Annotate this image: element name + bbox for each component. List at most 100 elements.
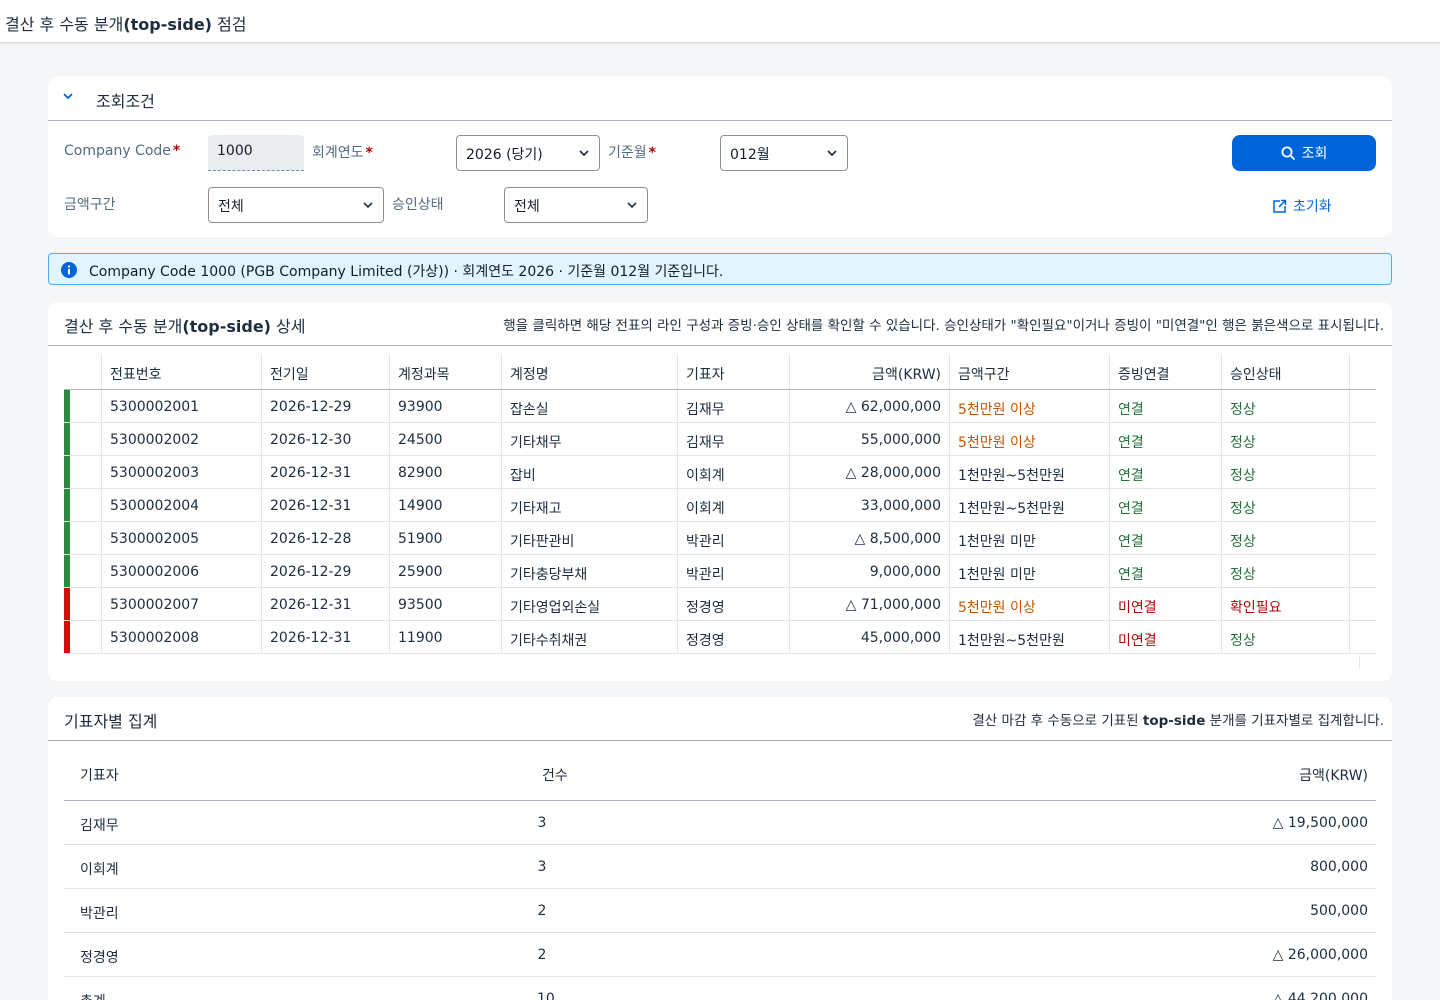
column-header-amount[interactable]: 금액(KRW) <box>790 354 950 389</box>
company-code-field[interactable]: 1000 <box>208 135 304 171</box>
grid-divider <box>1359 655 1360 669</box>
cell-doc-number: 5300002004 <box>102 489 262 521</box>
summary-cell-count: 2 <box>537 947 547 963</box>
summary-col-user[interactable]: 기표자 <box>80 765 119 785</box>
chevron-down-icon <box>363 202 373 209</box>
chevron-down-icon[interactable] <box>62 90 74 102</box>
column-header-range[interactable]: 금액구간 <box>950 354 1110 389</box>
cell-amount: △ 71,000,000 <box>790 588 950 620</box>
cell-posting-date: 2026-12-31 <box>262 489 390 521</box>
cell-account: 11900 <box>390 621 502 653</box>
table-row[interactable]: 5300002007 2026-12-31 93500 기타영업외손실 정경영 △ 71,… <box>64 588 1376 621</box>
app-header: 결산 후 수동 분개(top-side) 점검 <box>0 0 1440 43</box>
fiscal-year-value: 2026 (당기) <box>466 147 543 163</box>
period-label-text: 기준월 <box>608 145 647 161</box>
summary-title: 기표자별 집계 <box>64 712 158 731</box>
cell-account-name: 기타판관비 <box>502 522 678 554</box>
table-row[interactable]: 5300002004 2026-12-31 14900 기타재고 이회계 33,000,0… <box>64 489 1376 522</box>
row-selector-cell[interactable] <box>64 390 102 422</box>
required-mark: * <box>365 145 373 161</box>
table-row[interactable]: 5300002006 2026-12-29 25900 기타충당부채 박관리 9,000,… <box>64 555 1376 588</box>
cell-doc-number: 5300002001 <box>102 390 262 422</box>
cell-posting-date: 2026-12-29 <box>262 390 390 422</box>
cell-status: 정상 <box>1222 390 1350 422</box>
summary-cell-count: 3 <box>537 859 547 875</box>
cell-amount-range: 1천만원~5천만원 <box>950 621 1110 653</box>
cell-user: 박관리 <box>678 522 790 554</box>
cell-posting-date: 2026-12-29 <box>262 555 390 587</box>
summary-cell-amount: 500,000 <box>1310 903 1368 919</box>
reset-button[interactable]: 초기화 <box>1272 196 1332 216</box>
cell-account: 14900 <box>390 489 502 521</box>
summary-row[interactable]: 이회계 3 800,000 <box>64 845 1376 889</box>
cell-amount-range: 5천만원 이상 <box>950 588 1110 620</box>
summary-cell-count: 2 <box>537 903 547 919</box>
cell-doc-number: 5300002006 <box>102 555 262 587</box>
cell-status: 정상 <box>1222 555 1350 587</box>
summary-row[interactable]: 정경영 2 △ 26,000,000 <box>64 933 1376 977</box>
fiscal-year-label: 회계연도 * <box>312 142 373 162</box>
summary-desc-prefix: 결산 마감 후 수동으로 기표된 <box>972 713 1143 729</box>
cell-amount: △ 62,000,000 <box>790 390 950 422</box>
selection-column-header <box>64 354 102 389</box>
column-header-status[interactable]: 승인상태 <box>1222 354 1350 389</box>
cell-account-name: 기타수취채권 <box>502 621 678 653</box>
row-selector-cell[interactable] <box>64 522 102 554</box>
cell-user: 정경영 <box>678 588 790 620</box>
cell-doc-number: 5300002005 <box>102 522 262 554</box>
page-title: 결산 후 수동 분개(top-side) 점검 <box>5 11 247 35</box>
row-selector-cell[interactable] <box>64 588 102 620</box>
column-header-name[interactable]: 계정명 <box>502 354 678 389</box>
cell-posting-date: 2026-12-30 <box>262 423 390 455</box>
summary-desc-bold: top-side <box>1142 713 1206 729</box>
detail-title-bold: (top-side) <box>182 317 271 336</box>
cell-amount-range: 5천만원 이상 <box>950 423 1110 455</box>
column-header-date[interactable]: 전기일 <box>262 354 390 389</box>
summary-cell-amount: △ 26,000,000 <box>1272 947 1368 963</box>
required-mark: * <box>648 145 656 161</box>
summary-row[interactable]: 박관리 2 500,000 <box>64 889 1376 933</box>
row-selector-cell[interactable] <box>64 456 102 488</box>
cell-account-name: 잡비 <box>502 456 678 488</box>
amount-range-select[interactable]: 전체 <box>208 187 384 223</box>
cell-amount: 9,000,000 <box>790 555 950 587</box>
chevron-down-icon <box>827 150 837 157</box>
summary-col-count[interactable]: 건수 <box>542 765 568 785</box>
cell-amount-range: 1천만원~5천만원 <box>950 456 1110 488</box>
row-selector-cell[interactable] <box>64 423 102 455</box>
summary-cell-count: 3 <box>537 815 547 831</box>
cell-status: 확인필요 <box>1222 588 1350 620</box>
summary-description: 결산 마감 후 수동으로 기표된 top-side 분개를 기표자별로 집계합니… <box>972 709 1384 729</box>
row-selector-cell[interactable] <box>64 555 102 587</box>
row-selector-cell[interactable] <box>64 489 102 521</box>
fiscal-year-select[interactable]: 2026 (당기) <box>456 135 600 171</box>
summary-row[interactable]: 총계 10 △ 44,200,000 <box>64 977 1376 1000</box>
column-header-acct[interactable]: 계정과목 <box>390 354 502 389</box>
summary-row[interactable]: 김재무 3 △ 19,500,000 <box>64 801 1376 845</box>
approval-select[interactable]: 전체 <box>504 187 648 223</box>
summary-cell-user: 정경영 <box>80 950 119 966</box>
column-header-doc[interactable]: 전표번호 <box>102 354 262 389</box>
column-header-user[interactable]: 기표자 <box>678 354 790 389</box>
table-row[interactable]: 5300002005 2026-12-28 51900 기타판관비 박관리 △ 8,500… <box>64 522 1376 555</box>
column-header-evidence[interactable]: 증빙연결 <box>1110 354 1222 389</box>
cell-evidence: 연결 <box>1110 489 1222 521</box>
table-row[interactable]: 5300002001 2026-12-29 93900 잡손실 김재무 △ 62,000,… <box>64 390 1376 423</box>
filter-header[interactable]: 조회조건 <box>48 76 1392 121</box>
summary-col-amount[interactable]: 금액(KRW) <box>1299 765 1368 785</box>
table-row[interactable]: 5300002008 2026-12-31 11900 기타수취채권 정경영 45,000… <box>64 621 1376 654</box>
cell-account: 25900 <box>390 555 502 587</box>
detail-title-suffix: 상세 <box>270 317 306 336</box>
detail-title-prefix: 결산 후 수동 분개 <box>64 317 183 336</box>
cell-amount-range: 1천만원 미만 <box>950 522 1110 554</box>
search-button[interactable]: 조회 <box>1232 135 1376 171</box>
summary-cell-count: 10 <box>537 991 555 1000</box>
page-title-suffix: 점검 <box>211 15 247 34</box>
period-select[interactable]: 012월 <box>720 135 848 171</box>
company-code-label: Company Code * <box>64 143 180 159</box>
row-selector-cell[interactable] <box>64 621 102 653</box>
table-row[interactable]: 5300002003 2026-12-31 82900 잡비 이회계 △ 28,000,0… <box>64 456 1376 489</box>
table-header-row: 전표번호 전기일 계정과목 계정명 기표자 금액(KRW) 금액구간 증빙연결 승인상태 <box>64 354 1376 390</box>
cell-amount: 55,000,000 <box>790 423 950 455</box>
table-row[interactable]: 5300002002 2026-12-30 24500 기타채무 김재무 55,000,0… <box>64 423 1376 456</box>
